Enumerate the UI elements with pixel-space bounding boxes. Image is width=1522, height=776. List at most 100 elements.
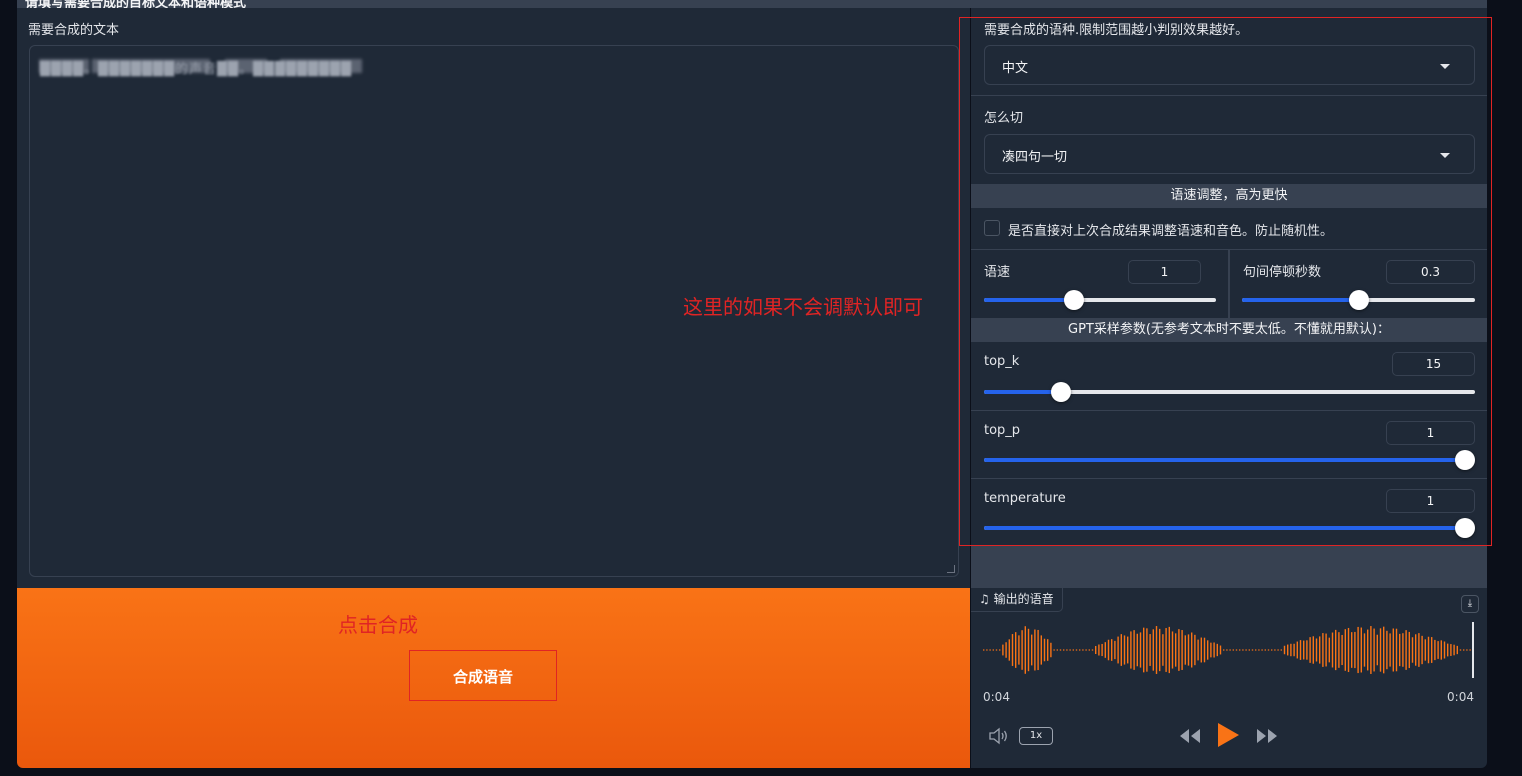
waveform-bar: [1315, 638, 1318, 662]
speed-slider-thumb[interactable]: [1064, 290, 1085, 310]
waveform-bar: [992, 649, 994, 651]
waveform-bar: [1242, 649, 1244, 651]
waveform-bar: [1040, 635, 1042, 665]
waveform-bar: [1136, 633, 1138, 667]
waveform-bar: [1347, 627, 1350, 673]
waveform-bar: [1213, 642, 1215, 658]
waveform-bar: [1232, 649, 1234, 651]
temperature-slider-fill: [984, 526, 1465, 530]
text-input-label: 需要合成的文本: [28, 23, 120, 38]
top-k-slider[interactable]: [984, 382, 1475, 402]
waveform-bar: [1418, 633, 1420, 667]
waveform-bar: [1379, 628, 1382, 672]
waveform-bar: [1251, 649, 1254, 651]
waveform-bar: [1235, 649, 1238, 651]
speed-number-input[interactable]: 1: [1128, 260, 1201, 284]
waveform-bar: [1117, 636, 1119, 664]
waveform-bar: [1079, 649, 1081, 651]
cut-value: 凑四句一切: [1002, 150, 1068, 165]
waveform-bar: [1005, 642, 1007, 658]
waveform-bar: [1043, 638, 1046, 662]
pause-number-input[interactable]: 0.3: [1386, 260, 1475, 284]
temperature-number-input[interactable]: 1: [1386, 489, 1475, 513]
waveform-bar: [1069, 649, 1071, 651]
top-k-block: top_k 15: [971, 342, 1487, 410]
speed-section-header: 语速调整，高为更快: [971, 184, 1487, 208]
waveform-bar: [1027, 628, 1030, 672]
cut-block: 怎么切 凑四句一切: [971, 96, 1487, 184]
waveform-bar: [1415, 634, 1417, 666]
waveform-bar: [1463, 649, 1465, 651]
waveform-bar: [1178, 629, 1180, 671]
section-title: 请填写需要合成的目标文本和语种模式: [25, 0, 247, 8]
waveform-bar: [1210, 642, 1212, 658]
pause-slider-thumb[interactable]: [1348, 290, 1369, 310]
waveform-bar: [1421, 635, 1423, 665]
waveform-bar: [1322, 633, 1324, 667]
waveform-bar: [1399, 633, 1401, 667]
settings-panel: 需要合成的语种.限制范围越小判别效果越好。 中文 怎么切 凑四句一切 语速调整，…: [971, 8, 1487, 588]
waveform-bar: [1335, 629, 1337, 671]
playback-speed-button[interactable]: 1x: [1019, 727, 1053, 745]
playhead-cursor: [1472, 622, 1474, 678]
waveform-bar: [1031, 634, 1033, 666]
waveform-bar: [1351, 632, 1353, 668]
waveform-bar: [1127, 636, 1129, 664]
generate-button[interactable]: 合成语音: [410, 651, 556, 701]
rewind-icon[interactable]: [1178, 727, 1202, 745]
waveform-bar: [1011, 634, 1014, 666]
top-k-number-input[interactable]: 15: [1392, 352, 1475, 376]
waveform-bar: [1216, 643, 1218, 657]
waveform-bar: [1104, 642, 1106, 658]
waveform-bar: [1056, 649, 1058, 651]
waveform-bar: [1047, 639, 1049, 661]
waveform-bar: [1434, 639, 1436, 661]
waveform-bar: [1229, 649, 1231, 651]
top-p-slider-thumb[interactable]: [1455, 450, 1475, 470]
waveform-bar: [1101, 643, 1103, 657]
cut-select[interactable]: 凑四句一切: [984, 134, 1475, 174]
waveform-bar: [1034, 629, 1036, 671]
chevron-down-icon: [1440, 64, 1450, 69]
waveform-bar: [1437, 641, 1439, 659]
download-icon[interactable]: ⤓: [1461, 595, 1479, 613]
top-p-slider[interactable]: [984, 450, 1475, 470]
fast-forward-icon[interactable]: [1255, 727, 1279, 745]
waveform-bar: [1344, 629, 1346, 671]
waveform-bar: [1360, 627, 1362, 673]
waveform-bar: [1402, 633, 1404, 667]
language-label: 需要合成的语种.限制范围越小判别效果越好。: [984, 23, 1249, 38]
generate-annotation-text: 点击合成: [338, 613, 418, 637]
speed-label: 语速: [984, 265, 1011, 280]
waveform-bar: [1095, 646, 1097, 654]
music-note-icon: ♫: [979, 592, 990, 606]
waveform-bar: [1450, 644, 1452, 656]
top-p-number-input[interactable]: 1: [1386, 421, 1475, 445]
waveform-bar: [1139, 632, 1142, 668]
top-k-slider-thumb[interactable]: [1050, 382, 1071, 402]
generate-panel: 合成语音: [17, 588, 970, 768]
language-select[interactable]: 中文: [984, 45, 1475, 85]
temperature-slider[interactable]: [984, 518, 1475, 538]
speed-slider[interactable]: [984, 290, 1216, 310]
waveform-bar: [1203, 637, 1206, 663]
waveform-bar: [1165, 628, 1167, 672]
cut-label: 怎么切: [984, 111, 1024, 126]
waveform-bar: [1274, 649, 1276, 651]
waveform-bar: [1107, 639, 1110, 661]
current-time: 0:04: [983, 690, 1010, 704]
pause-slider[interactable]: [1242, 290, 1475, 310]
temperature-slider-thumb[interactable]: [1455, 518, 1475, 538]
waveform-bar: [1066, 649, 1068, 651]
resize-handle[interactable]: [947, 565, 955, 573]
waveform-bar: [1181, 630, 1183, 670]
waveform-bar: [1088, 649, 1090, 651]
checkbox-row: 是否直接对上次合成结果调整语速和音色。防止随机性。: [971, 208, 1487, 249]
adjust-last-checkbox[interactable]: [984, 220, 1000, 236]
waveform-bar: [1245, 649, 1247, 651]
waveform-bar: [1133, 630, 1135, 670]
play-icon[interactable]: [1215, 721, 1241, 749]
volume-icon[interactable]: [988, 727, 1010, 745]
waveform-bar: [1271, 649, 1273, 651]
audio-waveform[interactable]: [983, 622, 1475, 678]
